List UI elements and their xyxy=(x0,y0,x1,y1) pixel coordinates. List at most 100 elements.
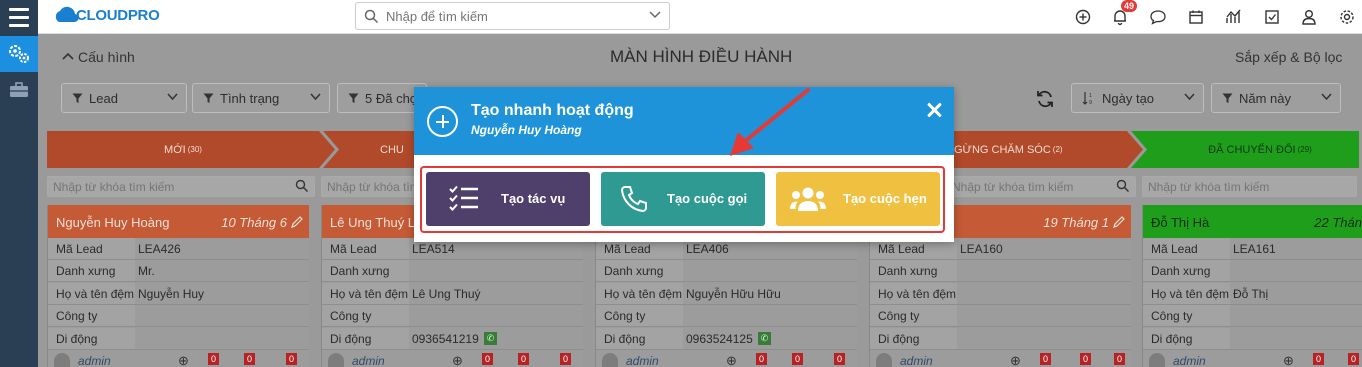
field-label: Danh xưng xyxy=(330,264,390,278)
lead-card[interactable]: Nguyễn Huy Hoàng 10 Tháng 6 Mã Lead LEA426… xyxy=(47,205,309,367)
menu-icon[interactable] xyxy=(0,0,38,34)
add-activity-icon[interactable]: ⊕ xyxy=(1283,353,1294,367)
chat-icon[interactable] xyxy=(1149,8,1167,26)
sidebar xyxy=(0,34,38,367)
chevron-down-icon xyxy=(310,93,321,101)
field-row: Danh xưng xyxy=(596,260,857,282)
field-row: Di động 0963524125 ✆ xyxy=(596,328,857,350)
filter-status-label: Tình trạng xyxy=(220,90,280,106)
filter-status-select[interactable]: Tình trạng xyxy=(192,83,330,113)
field-value: LEA161 xyxy=(1233,242,1276,256)
field-row: Họ và tên đệm Nguyễn Hữu Hữu xyxy=(596,283,857,305)
avatar xyxy=(328,353,344,367)
global-search[interactable] xyxy=(355,2,670,30)
create-task-label: Tạo tác vụ xyxy=(501,191,566,206)
add-activity-icon[interactable]: ⊕ xyxy=(1010,353,1021,367)
create-call-label: Tạo cuộc gọi xyxy=(667,191,748,206)
sort-filter-link[interactable]: Sắp xếp & Bộ lọc xyxy=(1235,49,1342,65)
call-count-badge: 0 xyxy=(1313,353,1325,365)
card-header: Nguyễn Huy Hoàng 10 Tháng 6 xyxy=(48,205,309,238)
search-input[interactable] xyxy=(386,7,636,25)
owner-name[interactable]: admin xyxy=(900,354,933,367)
owner-name[interactable]: admin xyxy=(626,354,659,367)
create-meeting-label: Tạo cuộc hẹn xyxy=(843,191,927,206)
pencil-icon[interactable] xyxy=(1113,216,1125,228)
cloud-logo-icon xyxy=(55,6,79,23)
close-icon[interactable] xyxy=(926,102,942,118)
chevron-up-icon[interactable] xyxy=(62,52,74,61)
phone-icon[interactable]: ✆ xyxy=(484,332,497,345)
chevron-down-icon xyxy=(1184,93,1195,101)
avatar xyxy=(1149,353,1165,367)
field-label: Họ và tên đệm xyxy=(330,287,409,301)
stage-2-text: CHU xyxy=(380,143,404,156)
field-row: Di động xyxy=(48,328,309,350)
task-count-badge: 0 xyxy=(1080,353,1092,365)
calendar-icon[interactable] xyxy=(1187,8,1205,26)
user-icon[interactable] xyxy=(1300,8,1318,26)
svg-text:1: 1 xyxy=(1089,93,1092,99)
column-search-input[interactable] xyxy=(1148,179,1362,194)
pencil-icon[interactable] xyxy=(291,216,303,228)
sidebar-item-work[interactable] xyxy=(0,72,38,108)
checkbox-icon[interactable] xyxy=(1263,8,1281,26)
owner-name[interactable]: admin xyxy=(78,354,111,367)
filter-icon xyxy=(1222,93,1233,103)
card-name[interactable]: Đỗ Thị Hà xyxy=(1151,215,1209,230)
field-label: Họ và tên đệm xyxy=(56,287,135,301)
card-footer: admin ⊕ 0 0 0 xyxy=(596,353,857,367)
field-row: Công ty xyxy=(322,305,583,327)
search-icon xyxy=(295,179,308,192)
field-label: Mã Lead xyxy=(604,242,651,256)
sort-label: Ngày tạo xyxy=(1102,90,1155,106)
config-toggle[interactable]: Cấu hình xyxy=(78,49,135,65)
plus-circle-icon xyxy=(427,106,458,137)
card-name[interactable]: Lê Ung Thuý Lê xyxy=(330,215,422,230)
field-label: Di động xyxy=(604,332,646,346)
create-task-button[interactable]: Tạo tác vụ xyxy=(426,172,590,226)
meeting-count-badge: 0 xyxy=(834,353,846,365)
column-search-4[interactable] xyxy=(952,176,1172,197)
field-label: Danh xưng xyxy=(878,264,938,278)
field-label: Danh xưng xyxy=(604,264,664,278)
stage-converted-label: ĐÃ CHUYỂN ĐỔI (29) xyxy=(1160,131,1360,168)
chart-icon[interactable] xyxy=(1225,8,1243,26)
card-footer: admin ⊕ 0 0 0 xyxy=(322,353,583,367)
field-row: Danh xưng xyxy=(870,260,1131,282)
period-select[interactable]: Năm này xyxy=(1211,83,1341,113)
owner-name[interactable]: admin xyxy=(1173,354,1206,367)
add-activity-icon[interactable]: ⊕ xyxy=(726,353,737,367)
column-search-input-tail[interactable] xyxy=(952,179,1172,194)
sort-select[interactable]: 19 Ngày tạo xyxy=(1071,83,1204,113)
lead-card[interactable]: Đỗ Thị Hà 22 Thán Mã Lead LEA161 Danh xưng… xyxy=(1142,205,1362,367)
phone-icon[interactable]: ✆ xyxy=(758,332,771,345)
stage-stopped-count: (2) xyxy=(1052,145,1063,154)
field-row: Mã Lead LEA161 xyxy=(1143,238,1362,260)
create-call-button[interactable]: Tạo cuộc gọi xyxy=(601,172,765,226)
field-label: Họ và tên đệm xyxy=(1151,287,1230,301)
column-search-5[interactable] xyxy=(1142,176,1362,197)
field-label: Họ và tên đệm xyxy=(604,287,683,301)
column-search-input[interactable] xyxy=(53,179,273,194)
add-activity-icon[interactable]: ⊕ xyxy=(452,353,463,367)
owner-name[interactable]: admin xyxy=(352,354,385,367)
modal-subtitle: Nguyễn Huy Hoàng xyxy=(471,123,582,137)
logo[interactable]: CLOUDPRO xyxy=(52,5,160,25)
avatar xyxy=(876,353,892,367)
card-name[interactable]: Nguyễn Huy Hoàng xyxy=(56,215,169,230)
avatar xyxy=(602,353,618,367)
filter-lead-select[interactable]: Lead xyxy=(61,83,187,113)
refresh-icon[interactable] xyxy=(1035,89,1055,109)
chevron-down-icon xyxy=(167,93,178,101)
avatar xyxy=(54,353,70,367)
add-activity-icon[interactable]: ⊕ xyxy=(178,353,189,367)
column-search-1[interactable] xyxy=(47,176,315,197)
chevron-down-icon[interactable] xyxy=(649,11,661,19)
field-label: Di động xyxy=(1151,332,1193,346)
add-circle-icon[interactable] xyxy=(1074,8,1092,26)
field-row: Họ và tên đệm Đỗ Thị xyxy=(1143,283,1362,305)
create-meeting-button[interactable]: Tạo cuộc hẹn xyxy=(776,172,940,226)
settings-icon[interactable] xyxy=(1338,8,1356,26)
field-label: Di động xyxy=(878,332,920,346)
sidebar-item-settings[interactable] xyxy=(0,36,38,72)
